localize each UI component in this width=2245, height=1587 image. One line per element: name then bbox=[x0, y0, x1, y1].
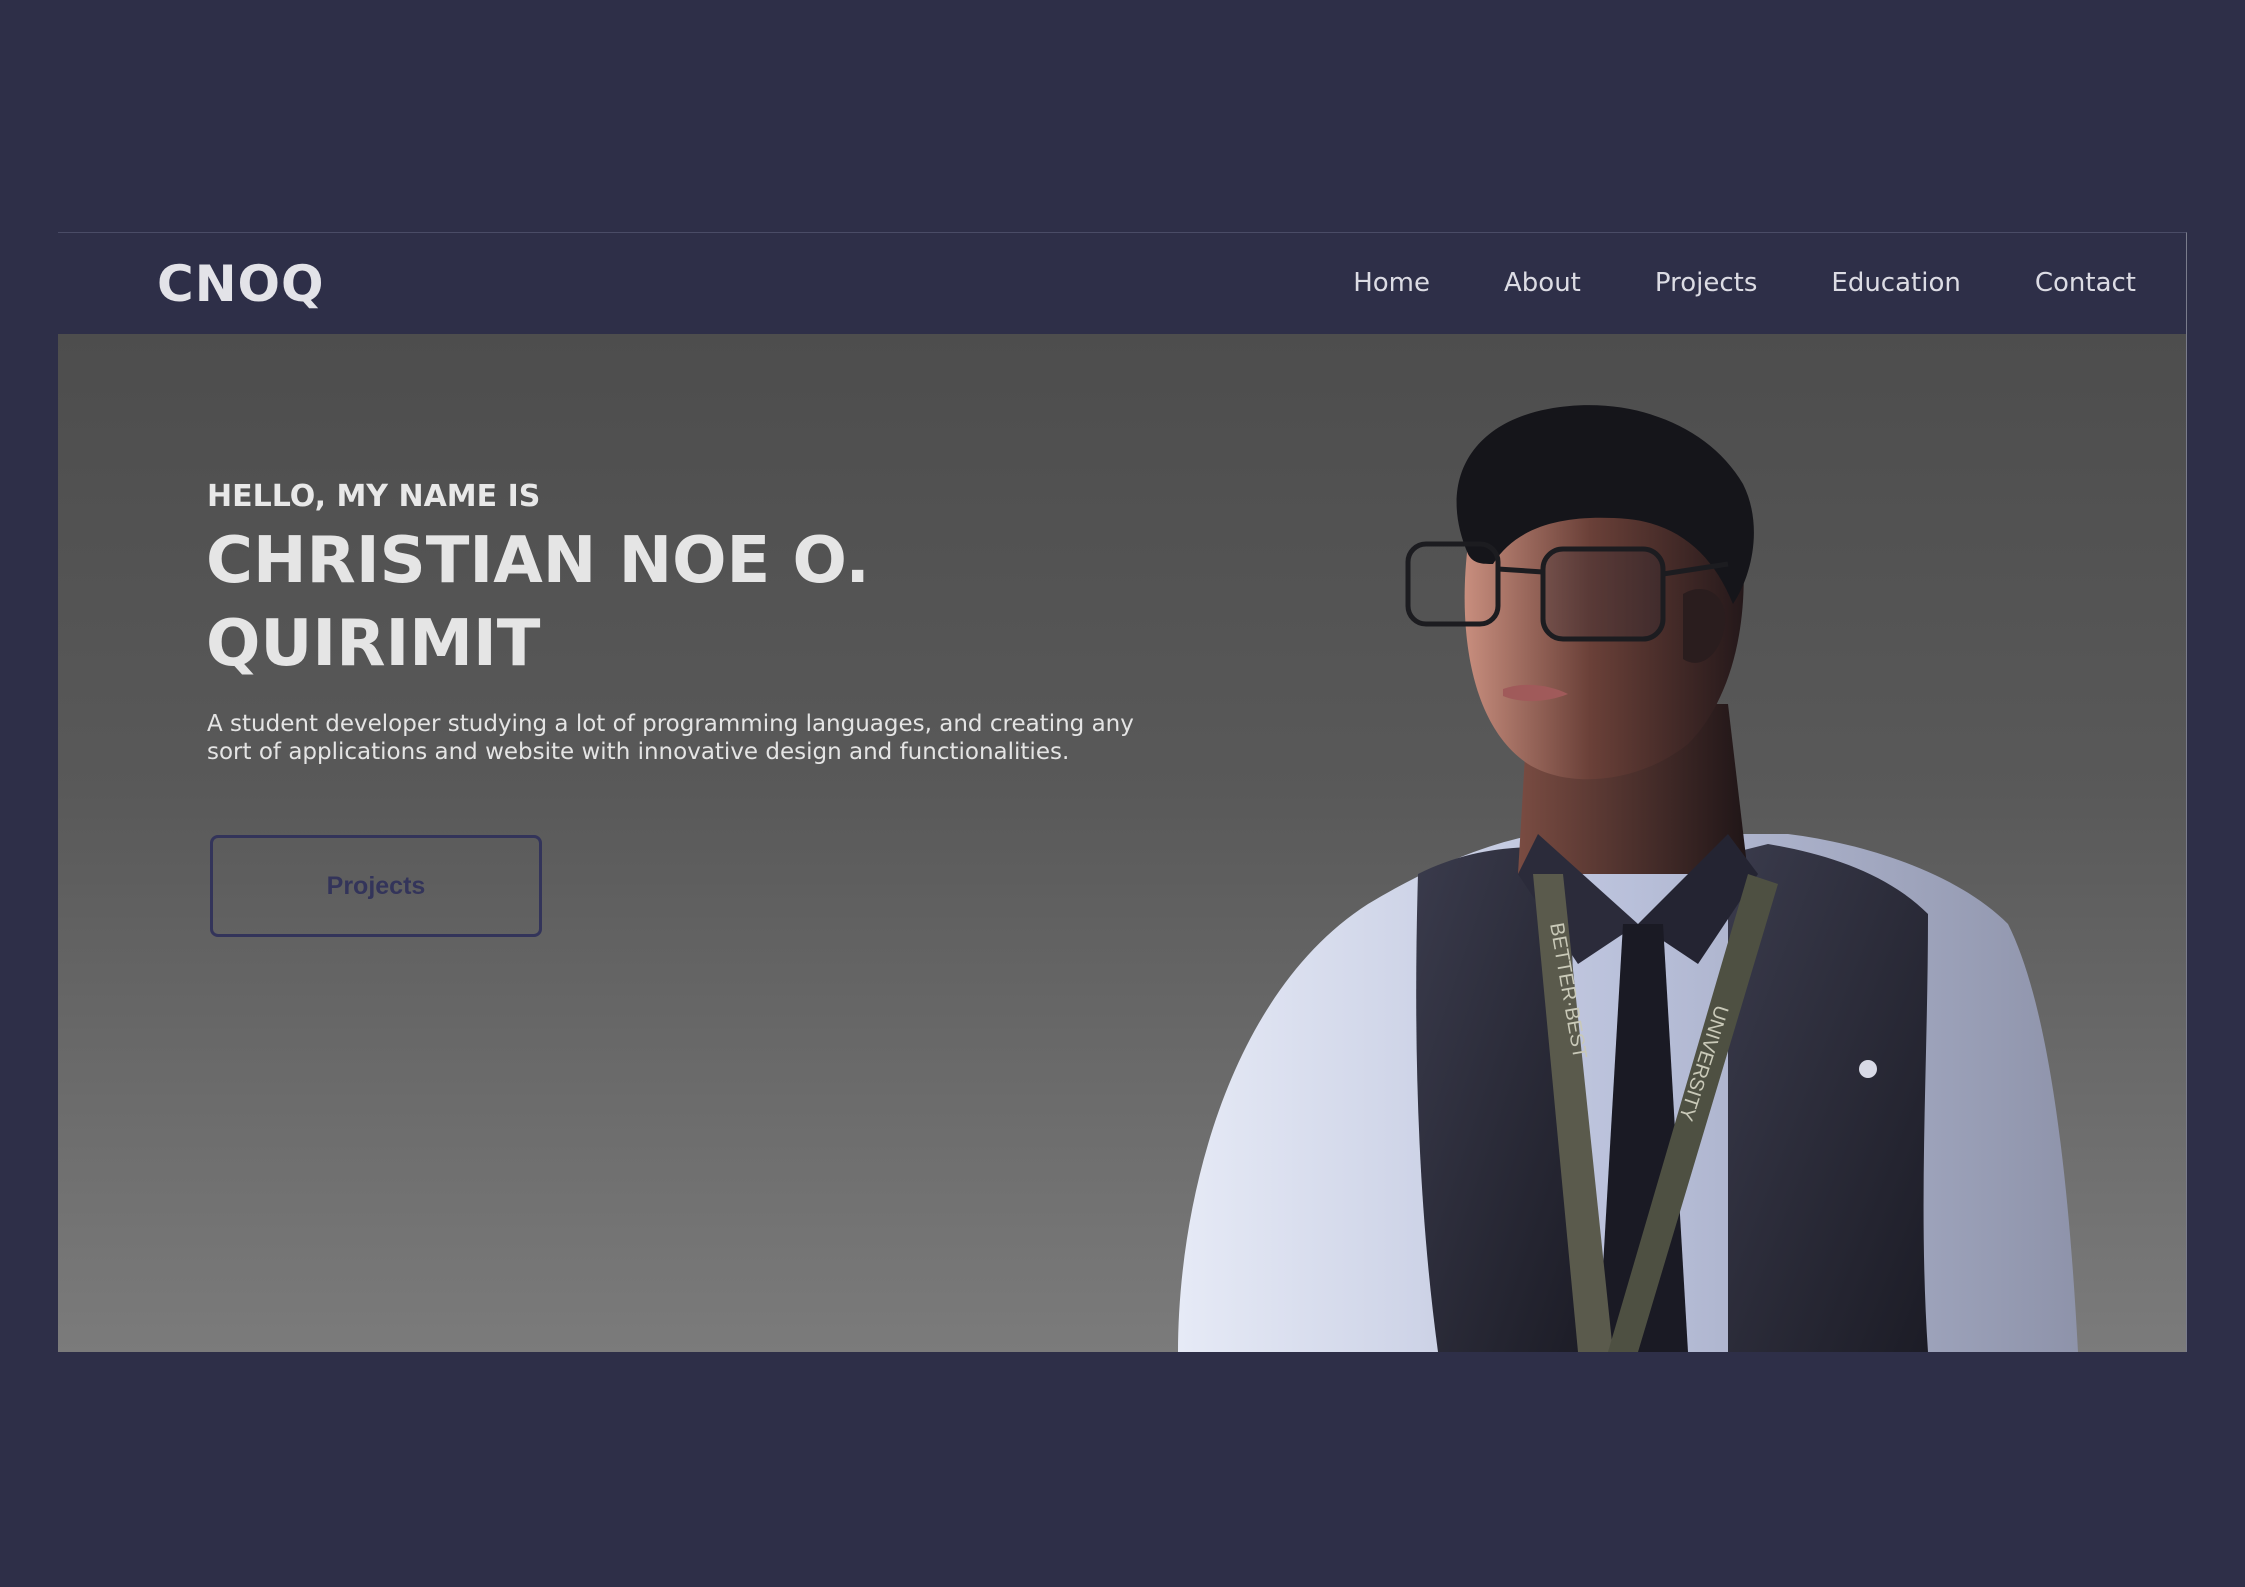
hero-name: CHRISTIAN NOE O. QUIRIMIT bbox=[206, 524, 870, 681]
hero-description: A student developer studying a lot of pr… bbox=[207, 711, 1134, 765]
nav-link-about[interactable]: About bbox=[1504, 261, 1581, 305]
nav-link-contact[interactable]: Contact bbox=[2035, 261, 2136, 305]
site-logo[interactable]: CNOQ bbox=[157, 253, 325, 315]
nav-link-projects[interactable]: Projects bbox=[1655, 261, 1758, 305]
page-frame: CNOQ Home About Projects Education Conta… bbox=[58, 232, 2187, 1352]
hero-greeting: HELLO, MY NAME IS bbox=[207, 479, 541, 514]
nav-link-education[interactable]: Education bbox=[1831, 261, 1960, 305]
projects-button[interactable]: Projects bbox=[210, 835, 542, 937]
navbar: CNOQ Home About Projects Education Conta… bbox=[58, 233, 2186, 334]
portrait-photo: BETTER·BEST UNIVERSITY bbox=[1168, 404, 2098, 1352]
nav-link-home[interactable]: Home bbox=[1353, 261, 1430, 305]
main-nav: Home About Projects Education Contact bbox=[1353, 261, 2136, 305]
hero-section: HELLO, MY NAME IS CHRISTIAN NOE O. QUIRI… bbox=[58, 334, 2186, 1352]
